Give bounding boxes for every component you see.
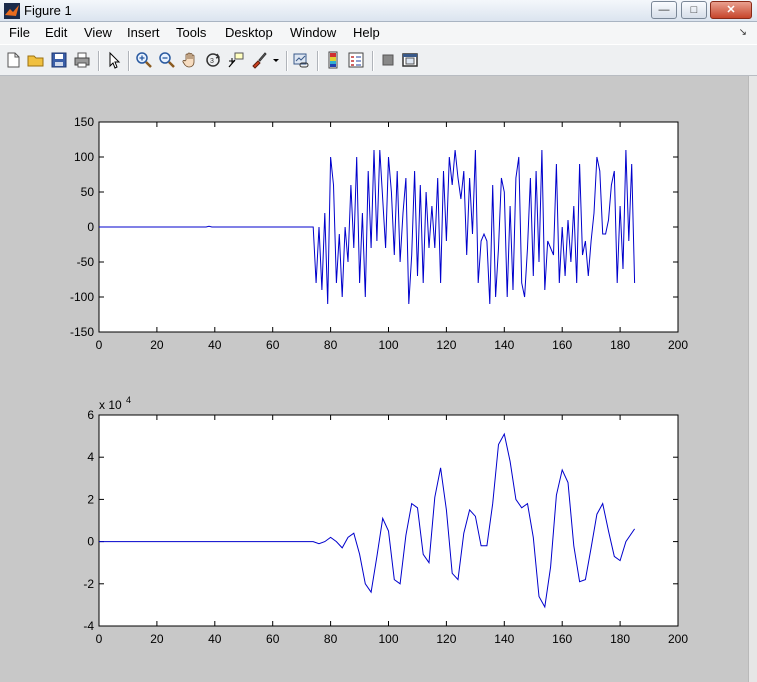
x-tick-label: 20 xyxy=(150,632,164,646)
y-tick-label: 2 xyxy=(87,492,94,506)
x-tick-label: 180 xyxy=(610,632,630,646)
x-tick-label: 80 xyxy=(324,338,338,352)
x-tick-label: 100 xyxy=(378,632,398,646)
axes-box xyxy=(98,414,679,627)
x-tick-label: 40 xyxy=(208,338,222,352)
x-tick-label: 60 xyxy=(266,338,280,352)
x-tick-label: 0 xyxy=(96,338,103,352)
y-tick-label: 6 xyxy=(87,408,94,422)
x-tick-label: 0 xyxy=(96,632,103,646)
y-exponent-label: x 10 xyxy=(99,398,122,412)
y-exponent-power: 4 xyxy=(126,395,131,405)
x-tick-label: 140 xyxy=(494,338,514,352)
y-tick-label: 0 xyxy=(87,535,94,549)
y-tick-label: 4 xyxy=(87,450,94,464)
x-tick-label: 20 xyxy=(150,338,164,352)
y-tick-label: -2 xyxy=(83,577,94,591)
y-tick-label: 0 xyxy=(87,220,94,234)
y-tick-label: -150 xyxy=(70,325,94,339)
y-tick-label: 50 xyxy=(81,185,95,199)
x-tick-label: 160 xyxy=(552,632,572,646)
x-tick-label: 120 xyxy=(436,632,456,646)
axes-1[interactable]: 0 20 40 60 80 100 120 140 160 180 200 -150 -100 -50 0 5… xyxy=(70,115,688,352)
x-tick-label: 100 xyxy=(378,338,398,352)
y-tick-label: -50 xyxy=(77,255,95,269)
x-tick-label: 60 xyxy=(266,632,280,646)
x-tick-label: 200 xyxy=(668,632,688,646)
x-tick-label: 160 xyxy=(552,338,572,352)
x-tick-label: 120 xyxy=(436,338,456,352)
y-tick-label: 100 xyxy=(74,150,94,164)
y-tick-label: -100 xyxy=(70,290,94,304)
x-tick-label: 200 xyxy=(668,338,688,352)
figure-canvas: 0 20 40 60 80 100 120 140 160 180 200-150-100-5005… xyxy=(70,115,688,646)
y-tick-label: 150 xyxy=(74,115,94,129)
axes-2[interactable]: 0 20 40 60 80 100 120 140 160 180 200 -4 -2 0 2 4 6 x 10 4 xyxy=(83,395,688,646)
x-tick-label: 80 xyxy=(324,632,338,646)
x-tick-label: 180 xyxy=(610,338,630,352)
y-tick-label: -4 xyxy=(83,619,94,633)
x-tick-label: 140 xyxy=(494,632,514,646)
x-tick-label: 40 xyxy=(208,632,222,646)
